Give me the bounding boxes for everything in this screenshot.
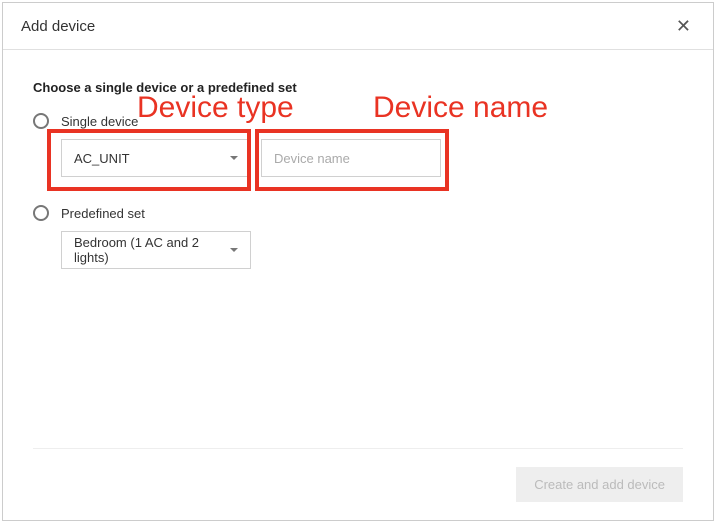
dialog-footer: Create and add device [33, 448, 683, 520]
predefined-set-select[interactable]: Bedroom (1 AC and 2 lights) [61, 231, 251, 269]
predefined-set-controls: Bedroom (1 AC and 2 lights) [61, 231, 683, 269]
device-name-input[interactable] [261, 139, 441, 177]
predefined-set-value: Bedroom (1 AC and 2 lights) [74, 235, 224, 265]
single-device-controls: AC_UNIT [61, 139, 683, 177]
add-device-dialog: Add device ✕ Choose a single device or a… [2, 2, 714, 521]
predefined-set-label: Predefined set [61, 206, 145, 221]
create-add-device-button[interactable]: Create and add device [516, 467, 683, 502]
chevron-down-icon [230, 248, 238, 252]
predefined-set-radio[interactable] [33, 205, 49, 221]
single-device-option: Single device [33, 113, 683, 129]
predefined-set-option: Predefined set [33, 205, 683, 221]
device-type-select[interactable]: AC_UNIT [61, 139, 251, 177]
instruction-text: Choose a single device or a predefined s… [33, 80, 683, 95]
single-device-label: Single device [61, 114, 138, 129]
single-device-radio[interactable] [33, 113, 49, 129]
dialog-header: Add device ✕ [3, 3, 713, 50]
device-type-value: AC_UNIT [74, 151, 130, 166]
dialog-title: Add device [21, 18, 95, 35]
close-icon: ✕ [676, 16, 691, 36]
dialog-body: Choose a single device or a predefined s… [3, 50, 713, 448]
close-button[interactable]: ✕ [672, 13, 695, 39]
chevron-down-icon [230, 156, 238, 160]
